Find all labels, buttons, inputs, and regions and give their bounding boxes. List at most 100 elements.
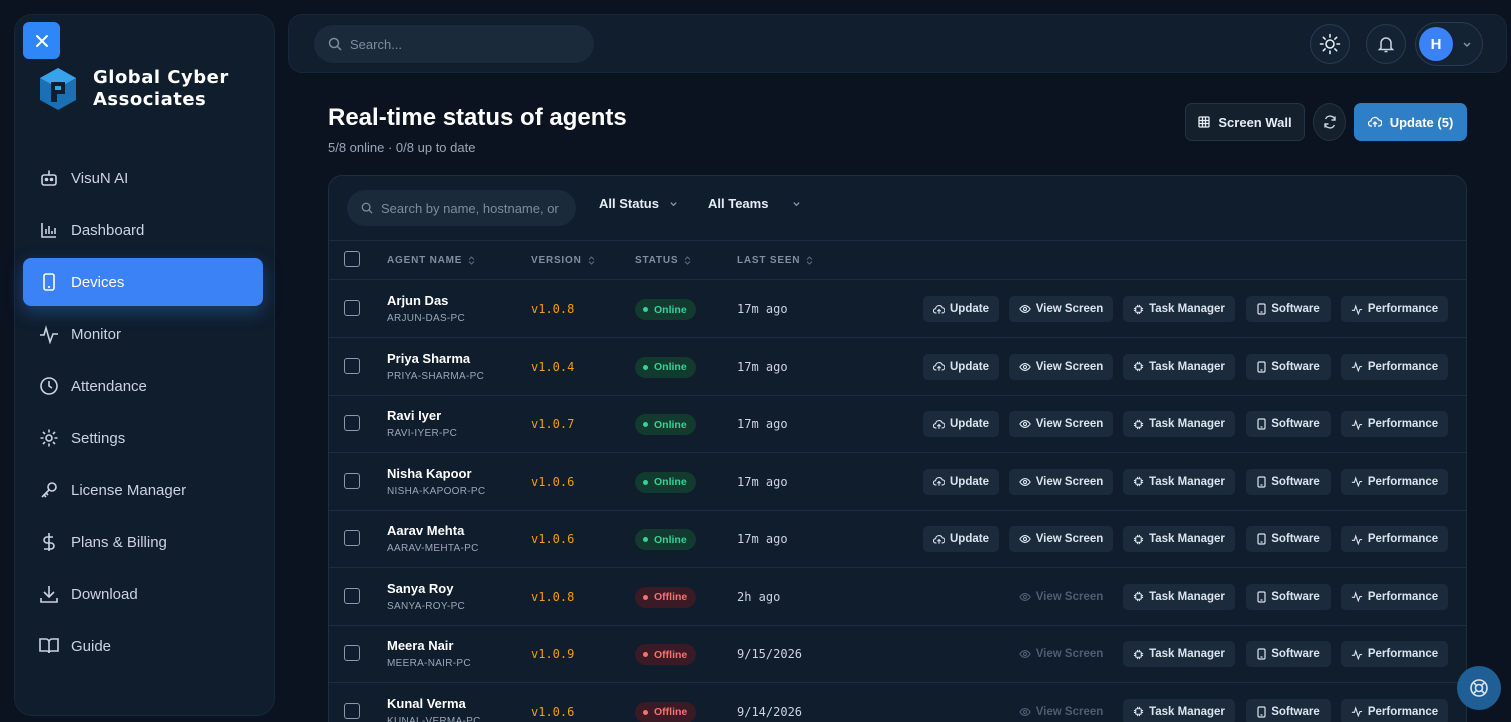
update-agent-button[interactable]: Update bbox=[923, 296, 999, 322]
task-manager-button[interactable]: Task Manager bbox=[1123, 296, 1235, 322]
teams-filter[interactable]: All Teams bbox=[708, 196, 801, 211]
view-screen-button[interactable]: View Screen bbox=[1009, 296, 1113, 322]
row-checkbox[interactable] bbox=[344, 530, 360, 546]
row-checkbox[interactable] bbox=[344, 357, 360, 374]
row-checkbox[interactable] bbox=[344, 645, 360, 661]
select-all-checkbox[interactable] bbox=[344, 251, 360, 267]
sidebar-item-visun-ai[interactable]: VisuN AI bbox=[23, 154, 263, 202]
row-checkbox[interactable] bbox=[344, 300, 360, 316]
agent-name: Ravi Iyer bbox=[387, 408, 442, 423]
update-agent-button[interactable]: Update bbox=[923, 411, 999, 437]
agent-hostname: ARJUN-DAS-PC bbox=[387, 313, 466, 324]
refresh-icon bbox=[1323, 115, 1336, 129]
performance-button[interactable]: Performance bbox=[1341, 583, 1448, 610]
sidebar-item-download[interactable]: Download bbox=[23, 570, 263, 618]
software-button[interactable]: Software bbox=[1246, 698, 1331, 722]
sidebar-item-monitor[interactable]: Monitor bbox=[23, 310, 263, 358]
update-agent-button[interactable]: Update bbox=[923, 526, 999, 552]
row-checkbox[interactable] bbox=[344, 702, 360, 719]
column-version[interactable]: VERSION bbox=[531, 255, 595, 266]
view-screen-button[interactable]: View Screen bbox=[1009, 468, 1113, 495]
cpu-icon bbox=[1133, 476, 1144, 487]
performance-button[interactable]: Performance bbox=[1341, 411, 1448, 437]
software-button[interactable]: Software bbox=[1246, 353, 1331, 380]
agent-search-input[interactable] bbox=[381, 200, 571, 216]
activity-icon bbox=[1351, 591, 1363, 602]
status-label: Online bbox=[654, 303, 687, 316]
task-manager-button[interactable]: Task Manager bbox=[1123, 411, 1235, 437]
task-manager-button[interactable]: Task Manager bbox=[1123, 698, 1235, 722]
gear-icon bbox=[39, 428, 59, 448]
column-last-seen[interactable]: LAST SEEN bbox=[737, 255, 813, 266]
update-agent-button[interactable]: Update bbox=[923, 468, 999, 495]
action-label: Update bbox=[950, 475, 989, 488]
task-manager-button[interactable]: Task Manager bbox=[1123, 583, 1235, 610]
software-button[interactable]: Software bbox=[1246, 583, 1331, 610]
dollar-icon bbox=[39, 532, 59, 552]
last-seen: 17m ago bbox=[737, 474, 788, 489]
sidebar-item-label: Settings bbox=[71, 429, 126, 447]
performance-button[interactable]: Performance bbox=[1341, 698, 1448, 722]
device-icon bbox=[1257, 360, 1266, 373]
user-menu[interactable]: H bbox=[1415, 22, 1483, 66]
search-input[interactable] bbox=[350, 36, 570, 52]
agent-version: v1.0.6 bbox=[531, 704, 575, 719]
sidebar-item-license-manager[interactable]: License Manager bbox=[23, 466, 263, 514]
task-manager-button[interactable]: Task Manager bbox=[1123, 468, 1235, 495]
sidebar-item-devices[interactable]: Devices bbox=[23, 258, 263, 306]
refresh-button[interactable] bbox=[1313, 103, 1346, 141]
performance-button[interactable]: Performance bbox=[1341, 353, 1448, 380]
action-label: View Screen bbox=[1035, 590, 1104, 603]
sidebar-item-guide[interactable]: Guide bbox=[23, 622, 263, 670]
software-button[interactable]: Software bbox=[1246, 526, 1331, 552]
software-button[interactable]: Software bbox=[1246, 296, 1331, 322]
status-filter[interactable]: All Status bbox=[599, 196, 678, 211]
sidebar-item-dashboard[interactable]: Dashboard bbox=[23, 206, 263, 254]
close-sidebar-button[interactable] bbox=[23, 22, 60, 59]
table-row: Nisha Kapoor NISHA-KAPOOR-PC v1.0.6 Online 1… bbox=[329, 453, 1466, 511]
status-badge: Offline bbox=[635, 701, 697, 722]
task-manager-button[interactable]: Task Manager bbox=[1123, 353, 1235, 380]
view-screen-button[interactable]: View Screen bbox=[1009, 411, 1113, 437]
software-button[interactable]: Software bbox=[1246, 411, 1331, 437]
row-checkbox[interactable] bbox=[344, 587, 360, 604]
key-icon bbox=[39, 480, 59, 500]
screen-wall-button[interactable]: Screen Wall bbox=[1185, 103, 1305, 141]
device-icon bbox=[1257, 533, 1266, 545]
cpu-icon bbox=[1133, 534, 1144, 545]
column-status[interactable]: STATUS bbox=[635, 255, 691, 266]
sidebar-item-plans-billing[interactable]: Plans & Billing bbox=[23, 518, 263, 566]
agent-search[interactable] bbox=[347, 190, 576, 226]
sidebar-item-settings[interactable]: Settings bbox=[23, 414, 263, 462]
performance-button[interactable]: Performance bbox=[1341, 296, 1448, 322]
robot-icon bbox=[39, 168, 59, 188]
sidebar-item-attendance[interactable]: Attendance bbox=[23, 362, 263, 410]
agent-hostname: RAVI-IYER-PC bbox=[387, 428, 458, 439]
device-icon bbox=[1257, 475, 1266, 488]
performance-button[interactable]: Performance bbox=[1341, 526, 1448, 552]
global-search[interactable] bbox=[314, 25, 594, 63]
agent-hostname: NISHA-KAPOOR-PC bbox=[387, 485, 486, 497]
update-agent-button[interactable]: Update bbox=[923, 353, 999, 380]
update-all-button[interactable]: Update (5) bbox=[1354, 103, 1467, 141]
view-screen-button[interactable]: View Screen bbox=[1009, 353, 1113, 380]
task-manager-button[interactable]: Task Manager bbox=[1123, 526, 1235, 552]
help-button[interactable] bbox=[1457, 666, 1501, 710]
column-agent-name[interactable]: AGENT NAME bbox=[387, 255, 475, 266]
status-dot bbox=[643, 594, 648, 600]
row-checkbox[interactable] bbox=[344, 472, 360, 489]
page-title: Real-time status of agents bbox=[328, 104, 627, 131]
software-button[interactable]: Software bbox=[1246, 641, 1331, 667]
sidebar-item-label: VisuN AI bbox=[71, 169, 129, 187]
performance-button[interactable]: Performance bbox=[1341, 641, 1448, 667]
eye-icon bbox=[1018, 362, 1031, 372]
sidebar-item-label: Devices bbox=[71, 273, 125, 291]
status-dot bbox=[643, 652, 648, 657]
software-button[interactable]: Software bbox=[1246, 468, 1331, 495]
row-checkbox[interactable] bbox=[344, 415, 360, 431]
theme-toggle-button[interactable] bbox=[1310, 24, 1350, 64]
performance-button[interactable]: Performance bbox=[1341, 468, 1448, 495]
task-manager-button[interactable]: Task Manager bbox=[1123, 641, 1235, 667]
view-screen-button[interactable]: View Screen bbox=[1009, 526, 1113, 552]
notifications-button[interactable] bbox=[1366, 24, 1406, 64]
